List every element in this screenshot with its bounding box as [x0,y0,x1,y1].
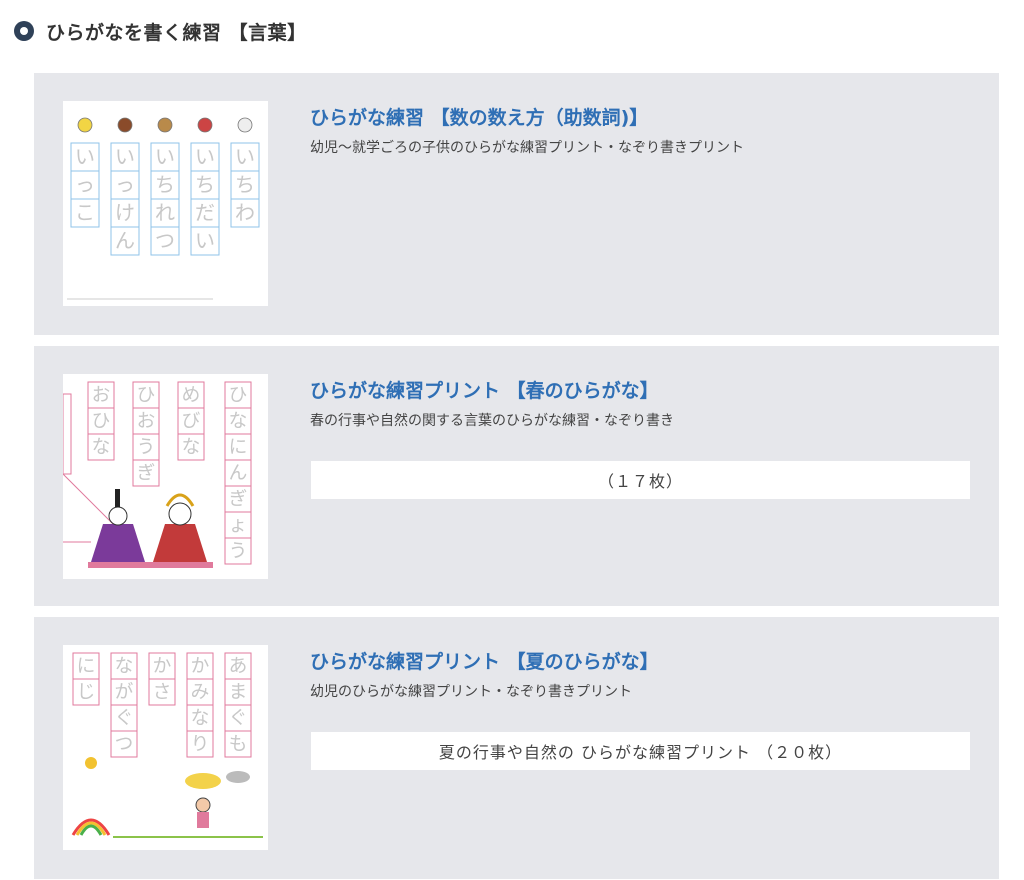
card-counting-words[interactable]: いっこいっけんいちれついちだいいちわ ひらがな練習 【数の数え方（助数詞)】 幼… [34,73,999,335]
lemon-icon [77,117,93,133]
svg-text:さ: さ [153,682,172,703]
svg-text:り: り [191,734,210,755]
hina-dolls-illustration [63,473,213,568]
svg-text:つ: つ [115,734,134,755]
svg-text:い: い [75,145,95,169]
tracing-column: おひな [87,381,115,461]
tracing-column: いちれつ [150,142,180,256]
tracing-column: いちだい [190,142,220,256]
card-spring-hiragana[interactable]: おひなひおうぎめびなひなにんぎょう ひらがな練習プリント 【春のひらがな】 春の… [34,346,999,606]
svg-text:け: け [115,201,135,225]
card-title-link[interactable]: ひらがな練習 【数の数え方（助数詞)】 [310,103,648,130]
svg-text:が: が [115,682,134,703]
svg-text:じ: じ [77,682,96,703]
tracing-column: かさ [148,652,176,706]
svg-text:お: お [92,385,111,406]
house-icon [117,117,133,133]
card-summer-hiragana[interactable]: にじながぐつかさかみなりあまぐも ひらがな練習プリント 【夏のひらがな】 幼児の… [34,617,999,879]
svg-text:ん: ん [229,463,248,484]
svg-text:っ: っ [115,173,135,197]
svg-text:う: う [137,437,156,458]
svg-text:な: な [229,411,248,432]
svg-text:ち: ち [235,173,255,197]
tracing-column: ひおうぎ [132,381,160,487]
svg-text:か: か [191,656,210,677]
svg-text:あ: あ [229,656,248,677]
card-thumbnail[interactable]: おひなひおうぎめびなひなにんぎょう [63,374,268,579]
card-thumbnail[interactable]: にじながぐつかさかみなりあまぐも [63,645,268,850]
worksheet-thumbnail-summer: にじながぐつかさかみなりあまぐも [71,652,263,838]
svg-text:ま: ま [229,682,248,703]
svg-text:う: う [229,541,248,562]
fence-icon [157,117,173,133]
svg-text:い: い [235,145,255,169]
svg-text:め: め [182,385,201,406]
tracing-column: いちわ [230,142,260,228]
rainy-summer-illustration [71,757,263,838]
tracing-column: にじ [72,652,100,706]
svg-text:つ: つ [155,229,175,253]
svg-text:に: に [77,656,96,677]
svg-text:だ: だ [195,201,215,225]
svg-text:ぐ: ぐ [229,708,248,729]
svg-text:ょ: ょ [229,515,248,536]
tracing-column: あまぐも [224,652,252,758]
card-title-link[interactable]: ひらがな練習プリント 【春のひらがな】 [310,376,659,403]
svg-text:ひ: ひ [229,385,248,406]
tracing-column: めびな [177,381,205,461]
worksheet-thumbnail-counting: いっこいっけんいちれついちだいいちわ [67,117,260,300]
svg-text:ぎ: ぎ [137,463,156,484]
svg-text:わ: わ [235,201,255,225]
tracing-column: かみなり [186,652,214,758]
card-description: 幼児〜就学ごろの子供のひらがな練習プリント・なぞり書きプリント [310,140,744,156]
card-description: 幼児のひらがな練習プリント・なぞり書きプリント [310,684,632,700]
svg-text:び: び [182,411,201,432]
svg-text:ん: ん [115,229,135,253]
svg-text:か: か [153,656,172,677]
svg-text:お: お [137,411,156,432]
sheet-count-link[interactable]: 夏の行事や自然の ひらがな練習プリント （２０枚） [311,732,970,770]
svg-text:ひ: ひ [92,411,111,432]
section-title: ひらがなを書く練習 【言葉】 [46,21,307,44]
svg-text:ひ: ひ [137,385,156,406]
svg-text:っ: っ [75,173,95,197]
svg-text:れ: れ [155,201,175,225]
card-thumbnail[interactable]: いっこいっけんいちれついちだいいちわ [63,101,268,306]
section-header: ひらがなを書く練習 【言葉】 [14,14,307,48]
sheet-count-link[interactable]: （１７枚） [311,461,970,499]
svg-text:こ: こ [75,201,95,225]
svg-text:い: い [155,145,175,169]
svg-text:み: み [191,682,210,703]
svg-text:ぐ: ぐ [115,708,134,729]
worksheet-thumbnail-spring: おひなひおうぎめびなひなにんぎょう [63,381,252,568]
tracing-column: いっけん [110,142,140,256]
bird-icon [237,117,253,133]
tracing-column: ひなにんぎょう [224,381,252,565]
car-icon [197,117,213,133]
tracing-column: ながぐつ [110,652,138,758]
svg-text:ち: ち [155,173,175,197]
svg-text:い: い [195,229,215,253]
svg-text:い: い [115,145,135,169]
svg-text:ぎ: ぎ [229,489,248,510]
svg-text:な: な [92,437,111,458]
svg-text:い: い [195,145,215,169]
svg-text:も: も [229,734,248,755]
card-title-link[interactable]: ひらがな練習プリント 【夏のひらがな】 [310,647,659,674]
svg-text:に: に [229,437,248,458]
card-description: 春の行事や自然の関する言葉のひらがな練習・なぞり書き [310,413,674,429]
svg-text:な: な [115,656,134,677]
tracing-column: いっこ [70,142,100,228]
svg-text:な: な [191,708,210,729]
svg-text:ち: ち [195,173,215,197]
svg-text:な: な [182,437,201,458]
radio-bullet-icon [14,21,34,41]
